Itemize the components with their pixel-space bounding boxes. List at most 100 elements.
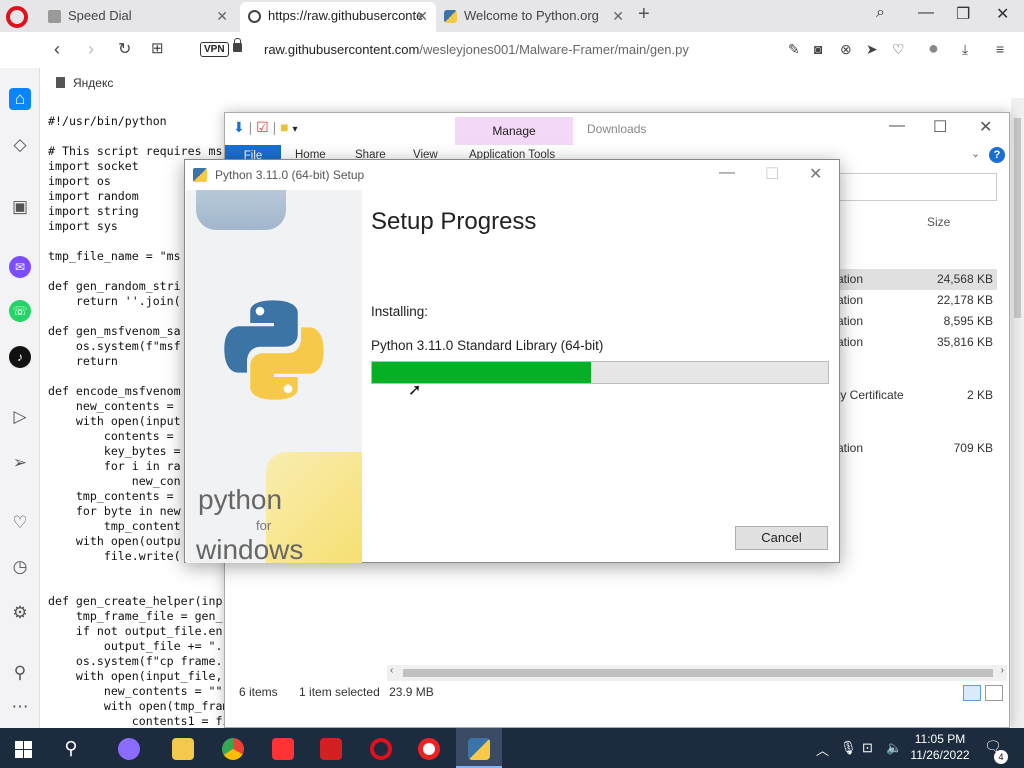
scroll-right-icon[interactable]: › bbox=[1001, 665, 1004, 676]
tab-speed-dial[interactable]: Speed Dial ✕ bbox=[40, 2, 236, 32]
microphone-icon[interactable]: 🎙 bbox=[840, 740, 857, 756]
new-tab-button[interactable]: + bbox=[638, 3, 650, 26]
tips-icon[interactable]: ⚲ bbox=[9, 662, 31, 684]
yandex-browser-icon bbox=[418, 738, 440, 761]
help-icon[interactable]: ? bbox=[989, 147, 1005, 163]
volume-icon[interactable]: 🔈 bbox=[886, 740, 902, 756]
explorer-title: Downloads bbox=[587, 122, 647, 136]
menu-icon[interactable]: ≡ bbox=[996, 41, 1004, 57]
vpn-badge[interactable]: VPN bbox=[200, 42, 229, 57]
messenger-icon[interactable]: ✉ bbox=[9, 256, 31, 278]
close-window-button[interactable]: ✕ bbox=[996, 4, 1009, 24]
chevron-down-icon[interactable]: ▾ bbox=[293, 124, 298, 135]
search-tabs-icon[interactable]: ⌕ bbox=[876, 4, 885, 22]
brand-for-text: for bbox=[256, 518, 272, 533]
lock-icon[interactable] bbox=[233, 38, 242, 52]
list-item[interactable]: ation 24,568 KB bbox=[837, 269, 997, 290]
taskbar-app-explorer[interactable] bbox=[160, 728, 206, 768]
properties-icon[interactable]: ☑ bbox=[256, 119, 269, 135]
camera-icon[interactable]: ◙ bbox=[814, 41, 822, 57]
chevron-down-icon[interactable]: ⌄ bbox=[971, 147, 980, 160]
taskbar-app-python-setup[interactable] bbox=[456, 728, 502, 768]
heart-icon[interactable]: ♡ bbox=[892, 41, 905, 58]
send-icon[interactable]: ➤ bbox=[866, 41, 878, 58]
python-setup-dialog: Python 3.11.0 (64-bit) Setup — ☐ ✕ pytho… bbox=[184, 159, 840, 563]
download-icon[interactable]: ⤓ bbox=[962, 41, 968, 58]
restore-button[interactable]: ❐ bbox=[956, 4, 970, 24]
reload-button[interactable]: ↻ bbox=[118, 39, 131, 59]
list-item[interactable]: ation 709 KB bbox=[837, 438, 997, 459]
download-arrow-icon[interactable]: ⬇ bbox=[233, 119, 245, 135]
bookmark-yandex[interactable]: Яндекс bbox=[56, 76, 113, 90]
item-count: 6 items bbox=[239, 685, 278, 699]
close-icon[interactable]: ✕ bbox=[612, 2, 624, 30]
taskbar-app-yandex-browser[interactable] bbox=[406, 728, 452, 768]
minimize-button[interactable]: — bbox=[889, 117, 905, 135]
installing-label: Installing: bbox=[371, 304, 429, 319]
horizontal-scrollbar[interactable]: ‹ › bbox=[387, 665, 1007, 681]
search-button[interactable]: ⚲ bbox=[48, 728, 94, 768]
scrollbar-thumb[interactable] bbox=[1014, 118, 1021, 318]
network-icon[interactable]: ⊡ bbox=[862, 740, 873, 756]
heart-icon[interactable]: ♡ bbox=[9, 512, 31, 534]
clock-time: 11:05 PM bbox=[914, 732, 966, 746]
tab-python-org[interactable]: Welcome to Python.org ✕ bbox=[436, 2, 632, 32]
history-icon[interactable]: ◷ bbox=[9, 556, 31, 578]
taskbar-app-alice[interactable] bbox=[106, 728, 152, 768]
taskbar-app-yandex[interactable] bbox=[260, 728, 306, 768]
taskbar-app-chrome[interactable] bbox=[210, 728, 256, 768]
start-button[interactable] bbox=[0, 728, 46, 768]
list-item[interactable]: ation 22,178 KB bbox=[837, 290, 997, 311]
close-button[interactable]: ✕ bbox=[809, 164, 822, 184]
taskbar-app-kaspersky[interactable] bbox=[308, 728, 354, 768]
cancel-button[interactable]: Cancel bbox=[735, 526, 828, 550]
close-icon[interactable]: ✕ bbox=[216, 2, 228, 30]
forward-button[interactable]: › bbox=[88, 39, 94, 60]
block-icon[interactable]: ⊗ bbox=[840, 41, 852, 58]
minimize-button[interactable]: — bbox=[918, 4, 934, 22]
speed-dial-button[interactable]: ⊞ bbox=[151, 39, 164, 57]
minimize-button[interactable]: — bbox=[719, 164, 735, 182]
url-field[interactable]: raw.githubusercontent.com/wesleyjones001… bbox=[264, 42, 689, 57]
close-button[interactable]: ✕ bbox=[979, 117, 992, 137]
profile-icon[interactable]: ● bbox=[928, 38, 939, 59]
tab-raw-github[interactable]: https://raw.githubuserconte ✕ bbox=[240, 2, 436, 32]
player-icon[interactable]: ▷ bbox=[9, 406, 31, 428]
list-item[interactable]: ty Certificate 2 KB bbox=[837, 385, 997, 406]
more-icon[interactable]: ⋯ bbox=[9, 696, 31, 718]
tiktok-icon[interactable]: ♪ bbox=[9, 346, 31, 368]
python-logo-icon bbox=[224, 300, 324, 400]
page-scrollbar[interactable] bbox=[1011, 98, 1024, 728]
column-header-size[interactable]: Size bbox=[927, 215, 950, 229]
back-button[interactable]: ‹ bbox=[54, 39, 60, 60]
edit-icon[interactable]: ✎ bbox=[788, 41, 800, 58]
opera-sidebar: ⌂ ◇ ▣ ✉ ☏ ♪ ▷ ➢ ♡ ◷ ⚙ ⚲ ⋯ bbox=[0, 68, 40, 728]
scrollbar-thumb[interactable] bbox=[403, 669, 993, 677]
list-item[interactable]: ation 8,595 KB bbox=[837, 311, 997, 332]
list-item[interactable]: ation 35,816 KB bbox=[837, 332, 997, 353]
details-view-icon[interactable] bbox=[963, 685, 981, 701]
manage-tab[interactable]: Manage bbox=[455, 117, 573, 145]
bag-icon[interactable]: ▣ bbox=[9, 196, 31, 218]
search-input[interactable] bbox=[837, 173, 997, 201]
chevron-up-icon[interactable]: ︿ bbox=[816, 740, 829, 759]
close-icon[interactable]: ✕ bbox=[416, 2, 428, 30]
settings-icon[interactable]: ⚙ bbox=[9, 602, 31, 624]
tab-title: Welcome to Python.org bbox=[464, 8, 599, 23]
diamond-icon[interactable]: ◇ bbox=[9, 134, 31, 156]
home-icon[interactable]: ⌂ bbox=[9, 88, 31, 110]
taskbar-app-opera[interactable] bbox=[358, 728, 404, 768]
url-domain: raw.githubusercontent.com bbox=[264, 42, 420, 57]
maximize-button[interactable]: ☐ bbox=[933, 117, 947, 137]
globe-icon bbox=[248, 10, 261, 23]
folder-icon[interactable]: ■ bbox=[280, 119, 288, 135]
taskbar-clock[interactable]: 11:05 PM 11/26/2022 bbox=[908, 731, 972, 763]
scroll-left-icon[interactable]: ‹ bbox=[390, 665, 393, 676]
send-icon[interactable]: ➢ bbox=[9, 452, 31, 474]
page-title: Setup Progress bbox=[371, 208, 537, 235]
opera-logo-icon[interactable] bbox=[6, 6, 28, 28]
tab-title: Speed Dial bbox=[68, 8, 132, 23]
large-icons-view-icon[interactable] bbox=[985, 685, 1003, 701]
python-icon bbox=[444, 10, 457, 23]
whatsapp-icon[interactable]: ☏ bbox=[9, 300, 31, 322]
